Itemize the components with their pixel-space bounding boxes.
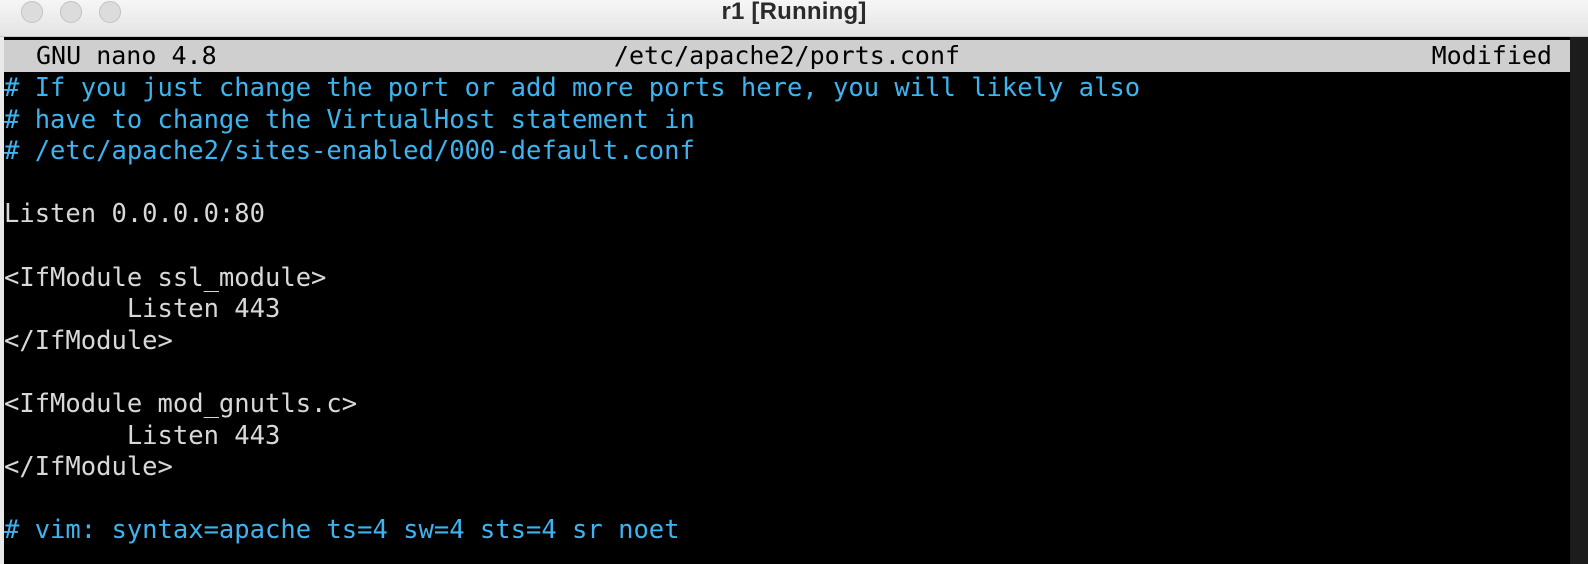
nano-title-bar: GNU nano 4.8 /etc/apache2/ports.conf Mod… xyxy=(4,40,1570,72)
editor-line[interactable]: <IfModule ssl_module> xyxy=(4,263,326,295)
window-right-edge xyxy=(1570,37,1588,564)
editor-line[interactable]: <IfModule mod_gnutls.c> xyxy=(4,389,357,421)
editor-line[interactable]: </IfModule> xyxy=(4,452,173,484)
editor-line[interactable]: # /etc/apache2/sites-enabled/000-default… xyxy=(4,136,695,168)
text-editor-area[interactable]: # If you just change the port or add mor… xyxy=(4,72,1570,564)
editor-line[interactable]: Listen 443 xyxy=(4,294,281,326)
editor-line[interactable]: # have to change the VirtualHost stateme… xyxy=(4,105,695,137)
editor-line[interactable]: Listen 443 xyxy=(4,421,281,453)
vm-window: r1 [Running] GNU nano 4.8 /etc/apache2/p… xyxy=(0,0,1588,564)
editor-line[interactable]: Listen 0.0.0.0:80 xyxy=(4,199,265,231)
editor-line[interactable]: # vim: syntax=apache ts=4 sw=4 sts=4 sr … xyxy=(4,515,680,547)
window-title: r1 [Running] xyxy=(721,0,867,25)
nano-file-path: /etc/apache2/ports.conf xyxy=(613,41,961,70)
editor-line[interactable]: # If you just change the port or add mor… xyxy=(4,73,1140,105)
nano-modified-status: Modified xyxy=(1431,41,1552,70)
title-bar[interactable]: r1 [Running] xyxy=(0,0,1588,37)
editor-line[interactable]: </IfModule> xyxy=(4,326,173,358)
